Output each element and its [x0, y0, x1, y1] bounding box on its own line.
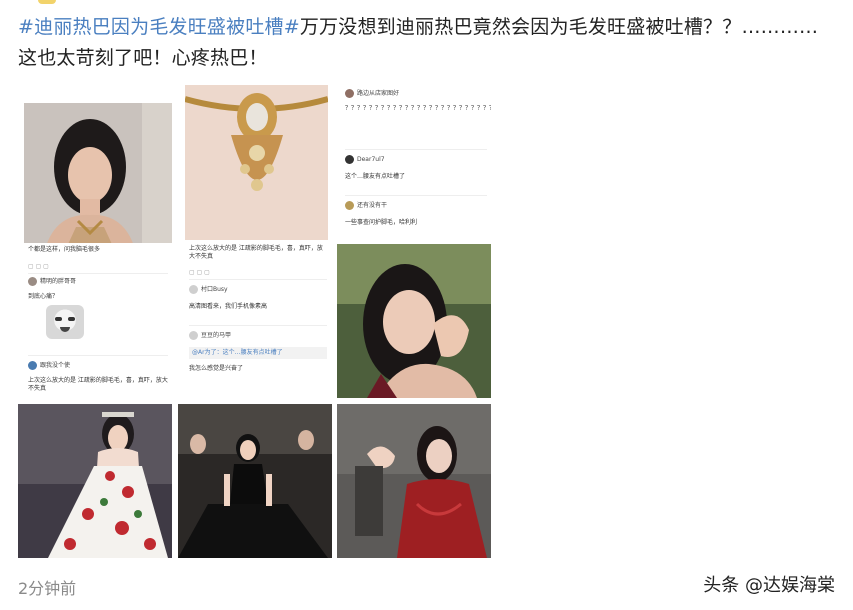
divider	[28, 355, 168, 356]
comment-actions: ▢ ▢ ▢	[28, 263, 49, 270]
commenter-name: 精明的胖哥哥	[40, 277, 77, 285]
divider	[189, 279, 327, 280]
meme-emoji	[46, 305, 84, 339]
post-image-3[interactable]: 路边从店家图好 ？？？？？？？？？？？？？？？？？？？？？？？？？？？？？？？？…	[337, 83, 491, 241]
comment-screenshot-2: 上次这么放大的是 江疏影的脚毛毛，喜，真吓，放大不失真 ▢ ▢ ▢ 村口Busy…	[185, 241, 331, 401]
avatar	[28, 361, 37, 370]
commenter-name: Dear7ul7	[357, 155, 385, 163]
post-image-7[interactable]	[337, 404, 491, 558]
commenter-name: 豆豆的马甲	[201, 331, 232, 339]
avatar	[28, 277, 37, 286]
commenter-name: 还有没有干	[357, 201, 388, 209]
post-image-5[interactable]	[18, 404, 172, 558]
avatar	[345, 89, 354, 98]
comment-text: 到底心痛？	[28, 293, 59, 300]
avatar	[189, 331, 198, 340]
divider	[28, 273, 168, 274]
commenter-name: 村口Busy	[201, 285, 228, 293]
caption-text: 上次这么放大的是 江疏影的脚毛毛，喜，真吓，放大不失真	[189, 245, 323, 260]
avatar	[345, 155, 354, 164]
post-image-1[interactable]: 个都是这样，问我脑毛很多 ▢ ▢ ▢ 精明的胖哥哥 到底心痛？ 跟我没个使 上次…	[18, 95, 172, 401]
post-body-line2: 这也太苛刻了吧！心疼热巴！	[18, 47, 268, 69]
portrait-photo	[337, 244, 491, 398]
comment-text: ？？？？？？？？？？？？？？？？？？？？？？？？？？？？？？？？？？？？？？？？…	[345, 105, 491, 112]
divider	[189, 325, 327, 326]
comment-text: 上次这么放大的是 江疏影的脚毛毛，喜，真吓，放大不失真	[28, 377, 168, 392]
divider	[345, 195, 487, 196]
portrait-photo	[24, 103, 172, 253]
comment-screenshot-3: 路边从店家图好 ？？？？？？？？？？？？？？？？？？？？？？？？？？？？？？？？…	[341, 85, 491, 241]
avatar-partial	[38, 0, 56, 4]
post-image-2[interactable]: 上次这么放大的是 江疏影的脚毛毛，喜，真吓，放大不失真 ▢ ▢ ▢ 村口Busy…	[178, 83, 331, 401]
caption-text: 个都是这样，问我脑毛很多	[28, 246, 101, 253]
post-timestamp: 2分钟前	[18, 579, 77, 598]
necklace-photo	[185, 85, 328, 240]
comment-text: 这个…腰友有点吐槽了	[345, 173, 406, 180]
comment-text: 一些事查问护脚毛，哈利利	[345, 219, 418, 226]
source-watermark: 头条 @达娱海棠	[703, 575, 835, 596]
comment-text: 我怎么感觉是兴奋了	[189, 365, 244, 372]
divider	[345, 149, 487, 150]
commenter-name: 跟我没个使	[40, 361, 71, 369]
post-image-4[interactable]	[337, 244, 491, 398]
reply-quote: @Ar为了：这个…腰友有点吐槽了	[189, 347, 327, 359]
post-text: #迪丽热巴因为毛发旺盛被吐槽#万万没想到迪丽热巴竟然会因为毛发旺盛被吐槽？？………	[18, 12, 838, 74]
red-outfit-photo	[337, 404, 491, 558]
avatar	[189, 285, 198, 294]
comment-text: 高清图看来，我们手机像素高	[189, 303, 268, 310]
gown-photo	[18, 404, 172, 558]
comment-actions: ▢ ▢ ▢	[189, 269, 210, 276]
avatar	[345, 201, 354, 210]
commenter-name: 路边从店家图好	[357, 89, 400, 97]
comment-screenshot-1: 个都是这样，问我脑毛很多 ▢ ▢ ▢ 精明的胖哥哥 到底心痛？ 跟我没个使 上次…	[24, 243, 172, 401]
post-body-line1: 万万没想到迪丽热巴竟然会因为毛发旺盛被吐槽？？…………	[299, 16, 819, 38]
hashtag-link[interactable]: #迪丽热巴因为毛发旺盛被吐槽#	[18, 16, 300, 38]
black-gown-photo	[178, 404, 332, 558]
post-image-6[interactable]	[178, 404, 332, 558]
